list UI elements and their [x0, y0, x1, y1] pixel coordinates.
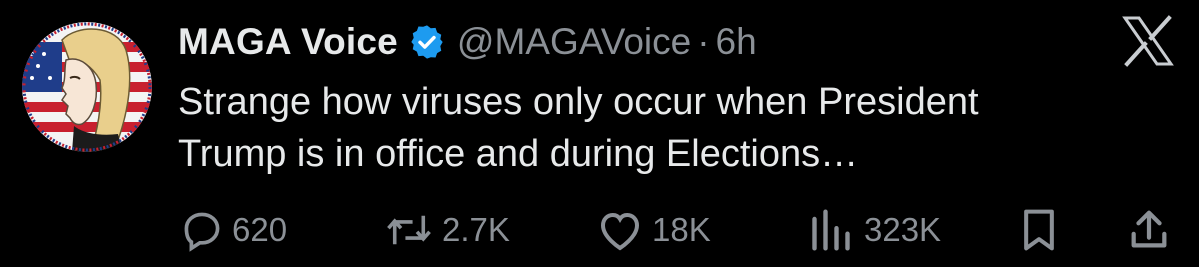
repost-button[interactable]: 2.7K — [384, 205, 510, 255]
reply-icon — [180, 208, 224, 252]
avatar[interactable] — [22, 22, 152, 152]
bookmark-button[interactable] — [1018, 205, 1060, 255]
tweet-text: Strange how viruses only occur when Pres… — [178, 76, 1138, 180]
views-button[interactable]: 323K — [806, 205, 941, 255]
x-logo-icon — [1121, 15, 1175, 67]
tweet-header: MAGA Voice @MAGAVoice · 6h — [178, 17, 757, 67]
repost-icon — [384, 208, 434, 252]
tweet-text-line: Trump is in office and during Elections… — [178, 133, 859, 175]
bookmark-icon — [1018, 208, 1060, 252]
author-handle[interactable]: @MAGAVoice — [457, 21, 691, 63]
separator-dot: · — [697, 21, 710, 62]
reply-button[interactable]: 620 — [180, 205, 287, 255]
reply-count: 620 — [232, 211, 288, 248]
like-count: 18K — [652, 211, 711, 248]
views-icon — [806, 208, 856, 252]
like-button[interactable]: 18K — [596, 205, 711, 255]
timestamp[interactable]: 6h — [716, 21, 757, 63]
views-count: 323K — [864, 211, 942, 248]
share-icon — [1126, 207, 1172, 253]
tweet-card: MAGA Voice @MAGAVoice · 6h Strange how v… — [0, 0, 1199, 267]
repost-count: 2.7K — [442, 211, 510, 248]
avatar-image — [22, 22, 152, 152]
tweet-text-line: Strange how viruses only occur when Pres… — [178, 81, 979, 123]
share-button[interactable] — [1126, 205, 1172, 255]
author-display-name[interactable]: MAGA Voice — [178, 21, 398, 63]
heart-icon — [596, 208, 644, 252]
verified-badge-icon — [408, 23, 446, 61]
action-bar: 620 2.7K 18K 323K — [0, 205, 1199, 255]
